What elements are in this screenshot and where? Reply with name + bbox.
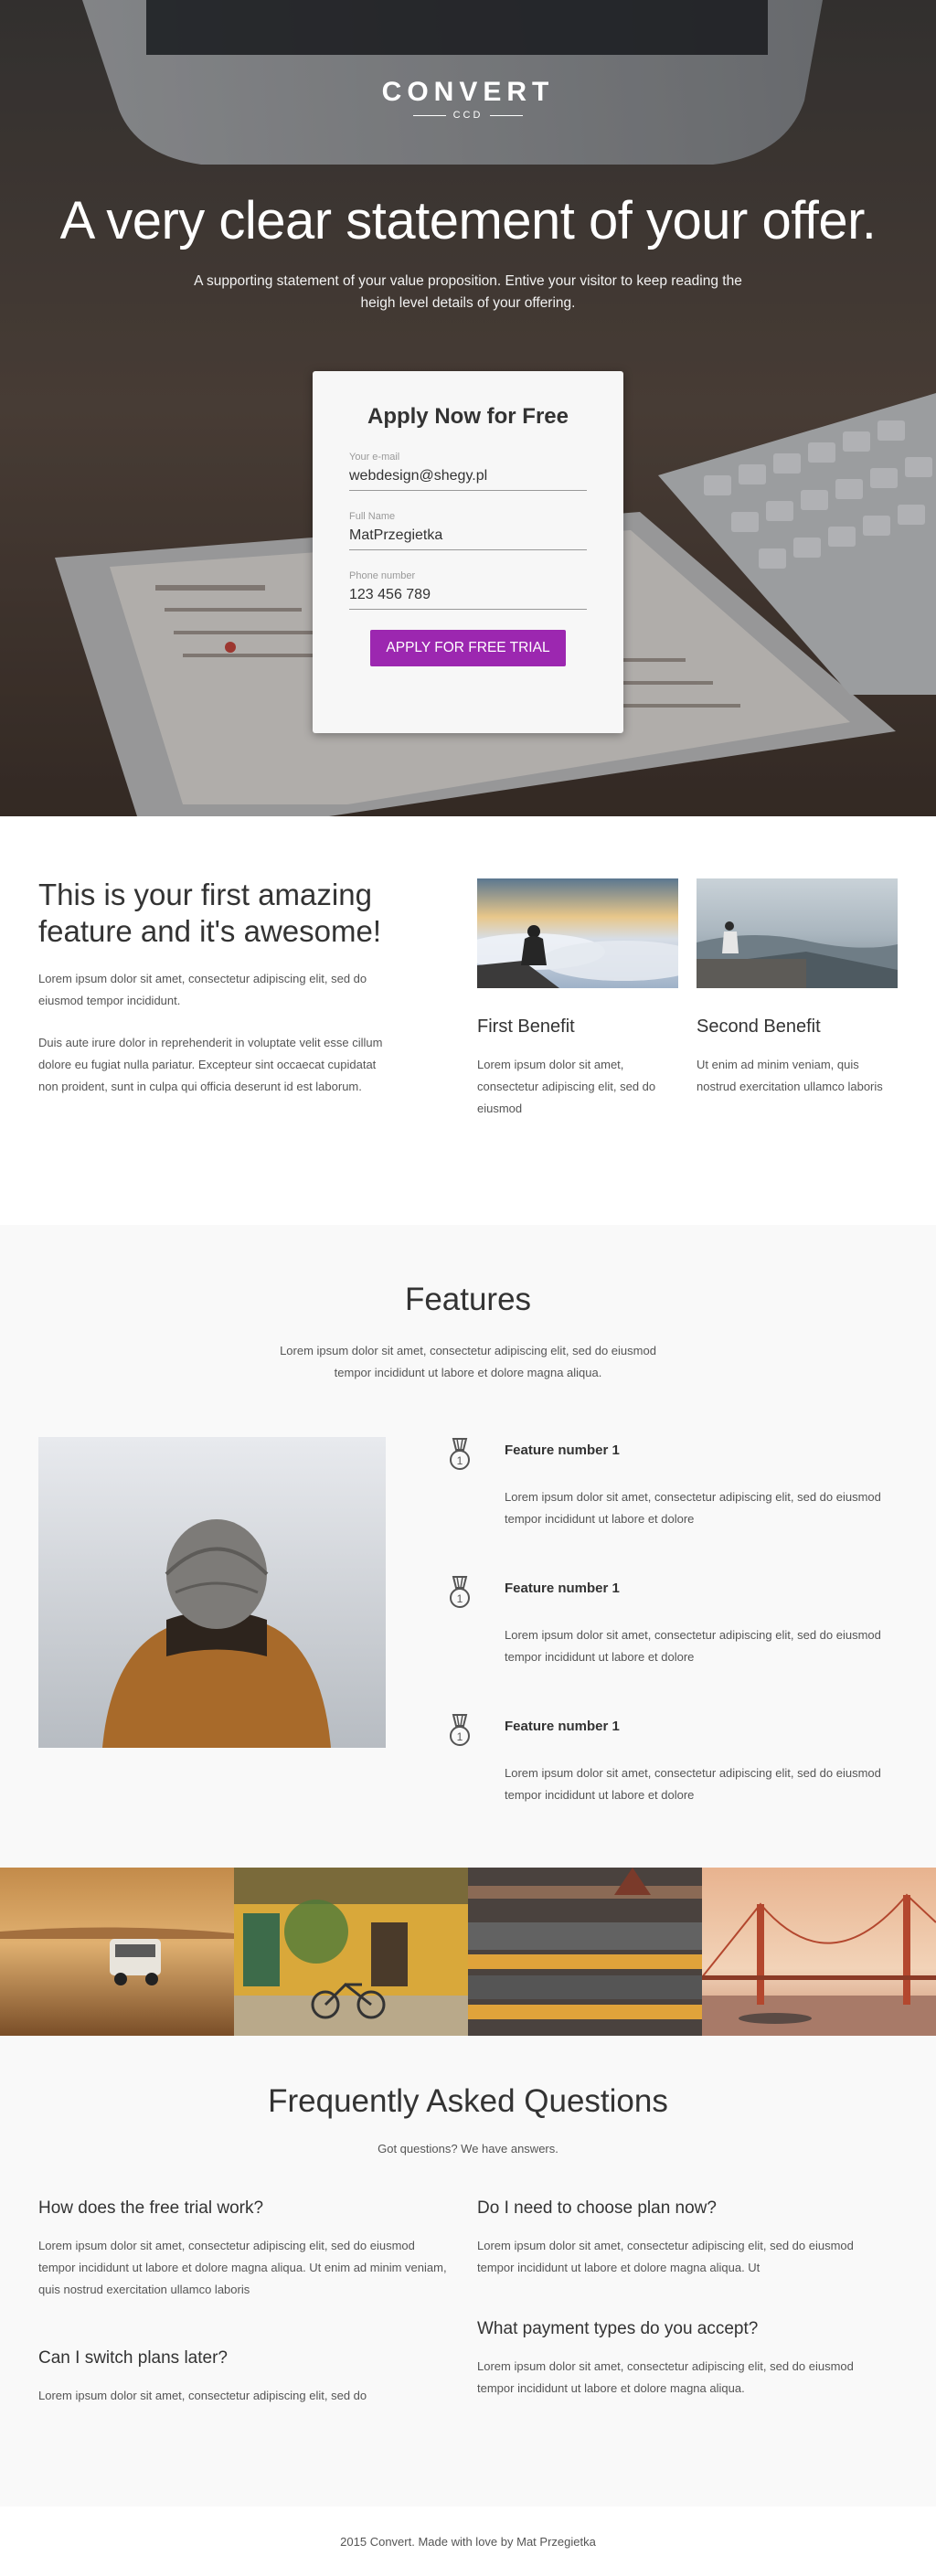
benefit-title: First Benefit (477, 1017, 575, 1037)
faq-question: What payment types do you accept? (477, 2319, 759, 2338)
benefit-text: Ut enim ad minim veniam, quis nostrud ex… (697, 1058, 883, 1093)
hero-section: CONVERT CCD A very clear statement of yo… (0, 0, 936, 816)
features-image-person (38, 1437, 386, 1748)
footer-text: 2015 Convert. Made with love by Mat Prze… (340, 2534, 596, 2549)
medal-icon: 1 (450, 1438, 470, 1470)
logo-sub-text: CCD (452, 110, 484, 121)
features-title: Features (404, 1282, 532, 1317)
phone-label: Phone number (349, 570, 416, 581)
svg-text:1: 1 (457, 1730, 463, 1743)
email-label: Your e-mail (349, 452, 400, 463)
faq-item: What payment types do you accept? Lorem … (477, 2319, 888, 2400)
faq-section: Frequently Asked Questions Got questions… (0, 2036, 936, 2507)
faq-answer: Lorem ipsum dolor sit amet, consectetur … (477, 2359, 854, 2395)
faq-answer: Lorem ipsum dolor sit amet, consectetur … (38, 2389, 367, 2402)
intro-paragraph: Duis aute irure dolor in reprehenderit i… (38, 1036, 383, 1093)
benefit-card: Second Benefit Ut enim ad minim veniam, … (697, 878, 898, 1098)
full-name-input[interactable] (349, 526, 587, 550)
faq-answer: Lorem ipsum dolor sit amet, consectetur … (38, 2239, 447, 2296)
benefit-image-clouds (477, 878, 678, 988)
faq-subtitle: Got questions? We have answers. (378, 2142, 558, 2156)
hero-title: A very clear statement of your offer. (59, 191, 877, 250)
faq-answer: Lorem ipsum dolor sit amet, consectetur … (477, 2239, 854, 2274)
feature-title: Feature number 1 (505, 1581, 620, 1596)
intro-section: This is your first amazing feature and i… (0, 816, 936, 1225)
medal-icon: 1 (450, 1576, 470, 1608)
intro-text-block: This is your first amazing feature and i… (38, 877, 395, 1118)
logo-wordmark: CONVERT (381, 77, 555, 107)
photo-strip (0, 1868, 936, 2036)
faq-question: Do I need to choose plan now? (477, 2198, 717, 2218)
hero-subtitle: A supporting statement of your value pro… (194, 273, 742, 311)
apply-for-free-trial-button[interactable]: APPLY FOR FREE TRIAL (370, 630, 566, 666)
feature-description: Lorem ipsum dolor sit amet, consectetur … (505, 1766, 881, 1802)
faq-item: Do I need to choose plan now? Lorem ipsu… (477, 2198, 888, 2279)
faq-question: How does the free trial work? (38, 2198, 264, 2218)
name-label: Full Name (349, 511, 396, 522)
photo-desert-van (0, 1868, 234, 2036)
logo-subline: CCD (0, 110, 936, 121)
intro-paragraph: Lorem ipsum dolor sit amet, consectetur … (38, 972, 367, 1007)
medal-icon: 1 (450, 1714, 470, 1746)
features-section: Features Lorem ipsum dolor sit amet, con… (0, 1225, 936, 1868)
phone-input[interactable] (349, 585, 587, 610)
footer: 2015 Convert. Made with love by Mat Prze… (0, 2507, 936, 2576)
benefit-text: Lorem ipsum dolor sit amet, consectetur … (477, 1058, 656, 1115)
logo-divider (412, 114, 446, 116)
intro-heading: This is your first amazing feature and i… (38, 878, 382, 948)
name-field-group: Full Name (349, 511, 587, 550)
svg-text:1: 1 (457, 1454, 463, 1467)
email-field-group: Your e-mail (349, 452, 587, 491)
photo-golden-gate-bridge (702, 1868, 936, 2036)
phone-field-group: Phone number (349, 570, 587, 610)
faq-title: Frequently Asked Questions (268, 2083, 668, 2119)
email-input[interactable] (349, 466, 587, 491)
logo[interactable]: CONVERT CCD (0, 77, 936, 121)
svg-text:1: 1 (457, 1592, 463, 1605)
signup-form: Apply Now for Free Your e-mail Full Name… (313, 371, 623, 733)
benefit-card: First Benefit Lorem ipsum dolor sit amet… (477, 878, 678, 1120)
faq-item: Can I switch plans later? Lorem ipsum do… (38, 2348, 450, 2407)
logo-divider (490, 114, 524, 116)
benefit-title: Second Benefit (697, 1017, 821, 1037)
form-title: Apply Now for Free (367, 404, 569, 429)
feature-title: Feature number 1 (505, 1442, 620, 1458)
photo-stripes (468, 1868, 702, 2036)
features-subtitle: Lorem ipsum dolor sit amet, consectetur … (280, 1344, 656, 1379)
faq-question: Can I switch plans later? (38, 2348, 228, 2368)
feature-description: Lorem ipsum dolor sit amet, consectetur … (505, 1628, 881, 1664)
benefit-image-valley (697, 878, 898, 988)
feature-title: Feature number 1 (505, 1719, 620, 1734)
feature-description: Lorem ipsum dolor sit amet, consectetur … (505, 1490, 881, 1526)
faq-item: How does the free trial work? Lorem ipsu… (38, 2198, 450, 2301)
photo-yellow-street-bike (234, 1868, 468, 2036)
